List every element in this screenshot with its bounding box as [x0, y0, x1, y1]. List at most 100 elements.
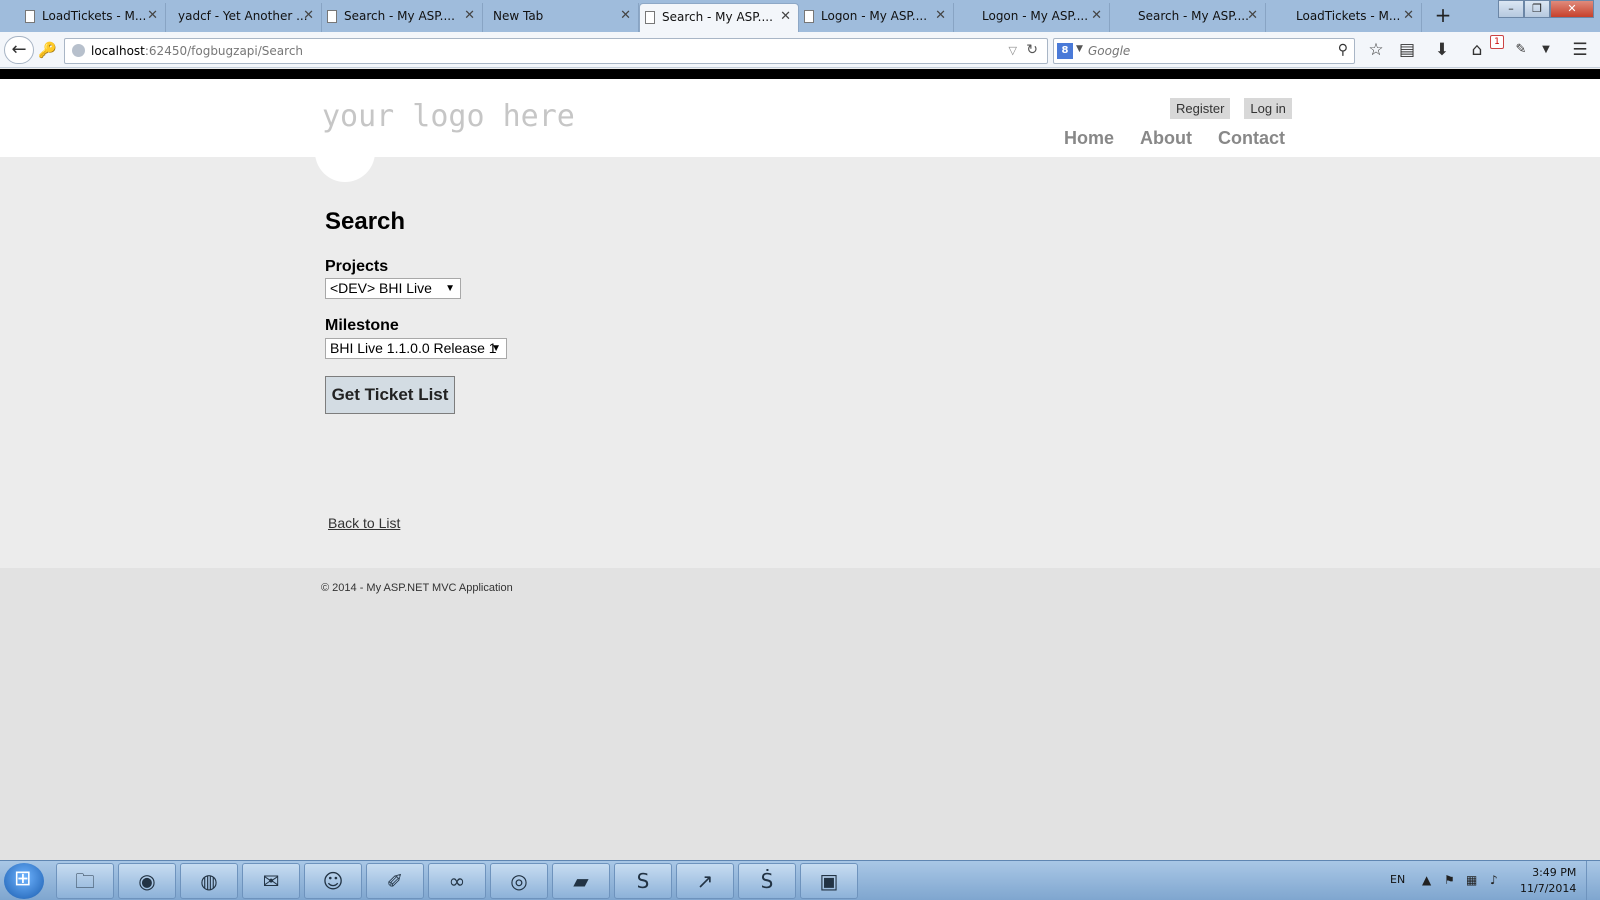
footer-copyright: © 2014 - My ASP.NET MVC Application — [321, 582, 513, 594]
close-icon[interactable]: ✕ — [464, 3, 475, 29]
addon-icon[interactable]: ✎ — [1508, 38, 1534, 62]
download-icon[interactable]: ⬇ — [1429, 38, 1455, 62]
page-icon — [645, 11, 655, 24]
close-icon[interactable]: ✕ — [303, 3, 314, 29]
file-explorer-icon[interactable]: 🗀 — [56, 863, 114, 899]
projects-select[interactable]: <DEV> BHI Live ▼ — [325, 278, 461, 299]
menu-contact[interactable]: Contact — [1218, 128, 1285, 149]
site-footer: © 2014 - My ASP.NET MVC Application — [0, 568, 1600, 860]
page-icon — [804, 10, 814, 23]
browser-tab[interactable]: Search - My ASP.... ✕ — [1110, 3, 1266, 32]
key-icon[interactable]: 🔑 — [38, 41, 57, 59]
close-icon[interactable]: ✕ — [620, 3, 631, 29]
google-icon[interactable]: 8 — [1057, 43, 1073, 59]
menu-home[interactable]: Home — [1064, 128, 1114, 149]
new-tab-button[interactable]: + — [1432, 4, 1454, 28]
chevron-up-icon[interactable]: ▲ — [1422, 873, 1431, 887]
browser-tab[interactable]: New Tab ✕ — [483, 3, 639, 32]
taskbar: 🗀 ◉ ◍ ✉ ☺ ✐ ∞ ◎ ▰ S ↗ Ṡ ▣ EN ▲ ⚑ ▦ ♪ 3:4… — [0, 860, 1600, 900]
close-icon[interactable]: ✕ — [1091, 3, 1102, 29]
tab-title: Logon - My ASP.... — [982, 9, 1089, 23]
close-window-icon[interactable]: ✕ — [1550, 0, 1594, 18]
chevron-down-icon: ▼ — [491, 343, 501, 354]
dropdown-icon[interactable]: ▽ — [1009, 44, 1017, 57]
paint-icon[interactable]: ✐ — [366, 863, 424, 899]
search-icon[interactable]: ⚲ — [1338, 42, 1348, 58]
login-link[interactable]: Log in — [1244, 98, 1292, 119]
skype-icon[interactable]: S — [614, 863, 672, 899]
minimize-icon[interactable]: – — [1498, 0, 1524, 18]
tab-title: LoadTickets - M... — [1296, 9, 1401, 23]
search-input[interactable] — [1088, 42, 1318, 60]
browser-navbar: ← 🔑 localhost:62450/fogbugzapi/Search ▽ … — [0, 32, 1600, 68]
chevron-down-icon[interactable]: ▼ — [1533, 38, 1559, 62]
page-title: Search — [325, 208, 406, 235]
globe-icon — [72, 44, 85, 57]
header-bar — [0, 69, 1600, 79]
start-button[interactable] — [4, 863, 44, 899]
page-icon — [327, 10, 337, 23]
browser-tab[interactable]: Search - My ASP.... ✕ — [322, 3, 483, 32]
menu-about[interactable]: About — [1140, 128, 1192, 149]
pidgin-icon[interactable]: ☺ — [304, 863, 362, 899]
browser-tabstrip: LoadTickets - M... ✕ yadcf - Yet Another… — [0, 0, 1600, 32]
restore-icon[interactable]: ❐ — [1524, 0, 1550, 18]
outlook-icon[interactable]: ✉ — [242, 863, 300, 899]
close-icon[interactable]: ✕ — [935, 3, 946, 29]
flag-icon[interactable]: ⚑ — [1444, 873, 1455, 887]
logo-decoration — [315, 150, 375, 182]
back-to-list-link[interactable]: Back to List — [328, 515, 400, 531]
firefox-icon[interactable]: ◍ — [180, 863, 238, 899]
tab-title: yadcf - Yet Another ... — [178, 9, 308, 23]
bookmarks-list-icon[interactable]: ▤ — [1394, 38, 1420, 62]
tab-title: Search - My ASP.... — [662, 10, 773, 24]
close-icon[interactable]: ✕ — [1403, 3, 1414, 29]
address-bar[interactable]: localhost:62450/fogbugzapi/Search ▽ ↻ — [64, 38, 1048, 64]
close-icon[interactable]: ✕ — [1247, 3, 1258, 29]
tab-title: Search - My ASP.... — [1138, 9, 1249, 23]
browser-tab-active[interactable]: Search - My ASP.... ✕ — [639, 3, 799, 32]
browser-tab[interactable]: Logon - My ASP.... ✕ — [799, 3, 954, 32]
browser-tab[interactable]: yadcf - Yet Another ... ✕ — [166, 3, 322, 32]
clock-date: 11/7/2014 — [1520, 882, 1577, 895]
speaker-icon[interactable]: ♪ — [1490, 873, 1498, 887]
network-icon[interactable]: ◎ — [490, 863, 548, 899]
show-desktop-button[interactable] — [1586, 861, 1600, 900]
milestone-select[interactable]: BHI Live 1.1.0.0 Release 1 ▼ — [325, 338, 507, 359]
site-logo[interactable]: your logo here — [322, 99, 575, 134]
browser-tab[interactable]: LoadTickets - M... ✕ — [20, 3, 166, 32]
terminal-icon[interactable]: ▣ — [800, 863, 858, 899]
register-link[interactable]: Register — [1170, 98, 1231, 119]
visual-studio-icon[interactable]: ∞ — [428, 863, 486, 899]
chrome-icon[interactable]: ◉ — [118, 863, 176, 899]
search-bar[interactable]: 8 ▼ ⚲ — [1053, 38, 1355, 64]
projects-select-value: <DEV> BHI Live — [330, 280, 432, 296]
tab-title: New Tab — [493, 9, 544, 23]
sublime-text-icon[interactable]: Ṡ — [738, 863, 796, 899]
language-indicator[interactable]: EN — [1390, 873, 1405, 886]
bookmark-star-icon[interactable]: ☆ — [1363, 38, 1389, 62]
browser-tab[interactable]: LoadTickets - M... ✕ — [1266, 3, 1422, 32]
page-icon — [25, 10, 35, 23]
sticky-notes-icon[interactable]: ▰ — [552, 863, 610, 899]
close-icon[interactable]: ✕ — [147, 3, 158, 29]
tab-title: Search - My ASP.... — [344, 9, 455, 23]
monitor-chart-icon[interactable]: ↗ — [676, 863, 734, 899]
notification-badge: 1 — [1490, 35, 1504, 49]
site-header: your logo here — [0, 79, 1600, 157]
back-arrow-icon[interactable]: ← — [4, 36, 34, 64]
network-tray-icon[interactable]: ▦ — [1466, 873, 1477, 887]
chevron-down-icon[interactable]: ▼ — [1076, 44, 1083, 54]
projects-label: Projects — [325, 258, 389, 275]
auth-links: Register Log in — [1170, 98, 1292, 119]
browser-tab[interactable]: Logon - My ASP.... ✕ — [954, 3, 1110, 32]
get-ticket-list-button[interactable]: Get Ticket List — [325, 376, 455, 414]
menu-icon[interactable]: ☰ — [1567, 38, 1593, 62]
milestone-select-value: BHI Live 1.1.0.0 Release 1 — [330, 340, 497, 356]
clock[interactable]: 3:49 PM 11/7/2014 — [1520, 865, 1576, 897]
clock-time: 3:49 PM — [1532, 866, 1577, 879]
reload-icon[interactable]: ↻ — [1026, 42, 1038, 58]
main-menu: Home About Contact — [1064, 128, 1285, 149]
close-icon[interactable]: ✕ — [780, 4, 791, 30]
home-icon[interactable]: ⌂ — [1464, 38, 1490, 62]
